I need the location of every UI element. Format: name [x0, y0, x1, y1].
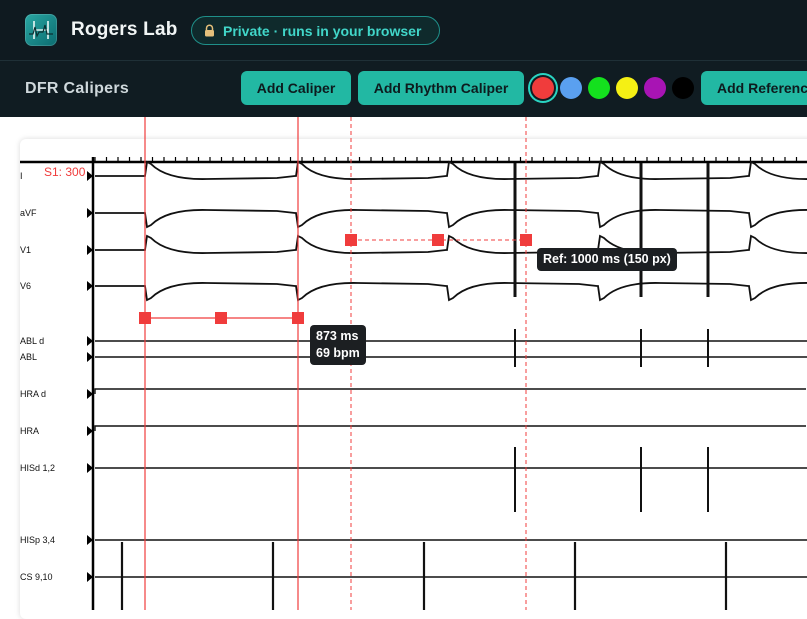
color-swatch-black[interactable]	[672, 77, 694, 99]
lead-label: aVF	[20, 208, 37, 218]
lead-label: HISp 3,4	[20, 535, 55, 545]
hra-trace	[94, 425, 806, 431]
lead-avf-trace	[95, 209, 807, 229]
caliper-toolbar: DFR Calipers Add Caliper Add Rhythm Cali…	[0, 61, 807, 117]
color-swatch-yellow[interactable]	[616, 77, 638, 99]
lead-v1-trace	[95, 234, 807, 254]
lead-label: HRA	[20, 426, 39, 436]
color-swatch-red[interactable]	[532, 77, 554, 99]
lead-i-trace	[95, 160, 807, 180]
lead-v6-trace	[95, 282, 807, 302]
caliper-measurement-tooltip: 873 ms 69 bpm	[310, 325, 366, 365]
hra-trace	[94, 388, 806, 394]
lead-label: ABL	[20, 352, 37, 362]
app-header: Rogers Lab Private · runs in your browse…	[0, 0, 807, 61]
reference-label: Ref: 1000 ms (150 px)	[543, 252, 671, 266]
add-reference-button[interactable]: Add Reference	[701, 71, 807, 105]
caliper-ms-label: 873 ms	[316, 329, 359, 343]
caliper-handle	[139, 312, 151, 324]
lead-label: V6	[20, 281, 31, 291]
color-swatch-purple[interactable]	[644, 77, 666, 99]
add-caliper-button[interactable]: Add Caliper	[241, 71, 351, 105]
lead-label: ABL d	[20, 336, 44, 346]
reference-handle	[520, 234, 532, 246]
caliper-handle	[292, 312, 304, 324]
reference-handle	[432, 234, 444, 246]
tracing-canvas-area: S1: 300 IaVF V1 V6 ABL d ABL HRA d HRA HISd 1,2 H…	[0, 117, 807, 619]
app-title: Rogers Lab	[71, 19, 178, 40]
lead-label: I	[20, 171, 23, 181]
lead-label: V1	[20, 245, 31, 255]
private-badge-text: Private · runs in your browser	[223, 23, 422, 39]
lock-icon	[205, 24, 214, 37]
add-rhythm-caliper-button[interactable]: Add Rhythm Caliper	[358, 71, 524, 105]
color-swatch-green[interactable]	[588, 77, 610, 99]
lead-label: HRA d	[20, 389, 46, 399]
private-badge: Private · runs in your browser	[191, 16, 440, 45]
stim-label: S1: 300	[44, 165, 86, 179]
caliper-handle	[215, 312, 227, 324]
ecg-tracing[interactable]: S1: 300 IaVF V1 V6 ABL d ABL HRA d HRA HISd 1,2 H…	[0, 117, 807, 610]
caliper-bpm-label: 69 bpm	[316, 346, 360, 360]
reference-caliper-tooltip: Ref: 1000 ms (150 px)	[537, 248, 677, 271]
lead-label: CS 9,10	[20, 572, 53, 582]
color-swatch-blue[interactable]	[560, 77, 582, 99]
lead-label: HISd 1,2	[20, 463, 55, 473]
reference-handle	[345, 234, 357, 246]
app-logo-icon	[25, 14, 57, 46]
section-title: DFR Calipers	[25, 80, 130, 97]
